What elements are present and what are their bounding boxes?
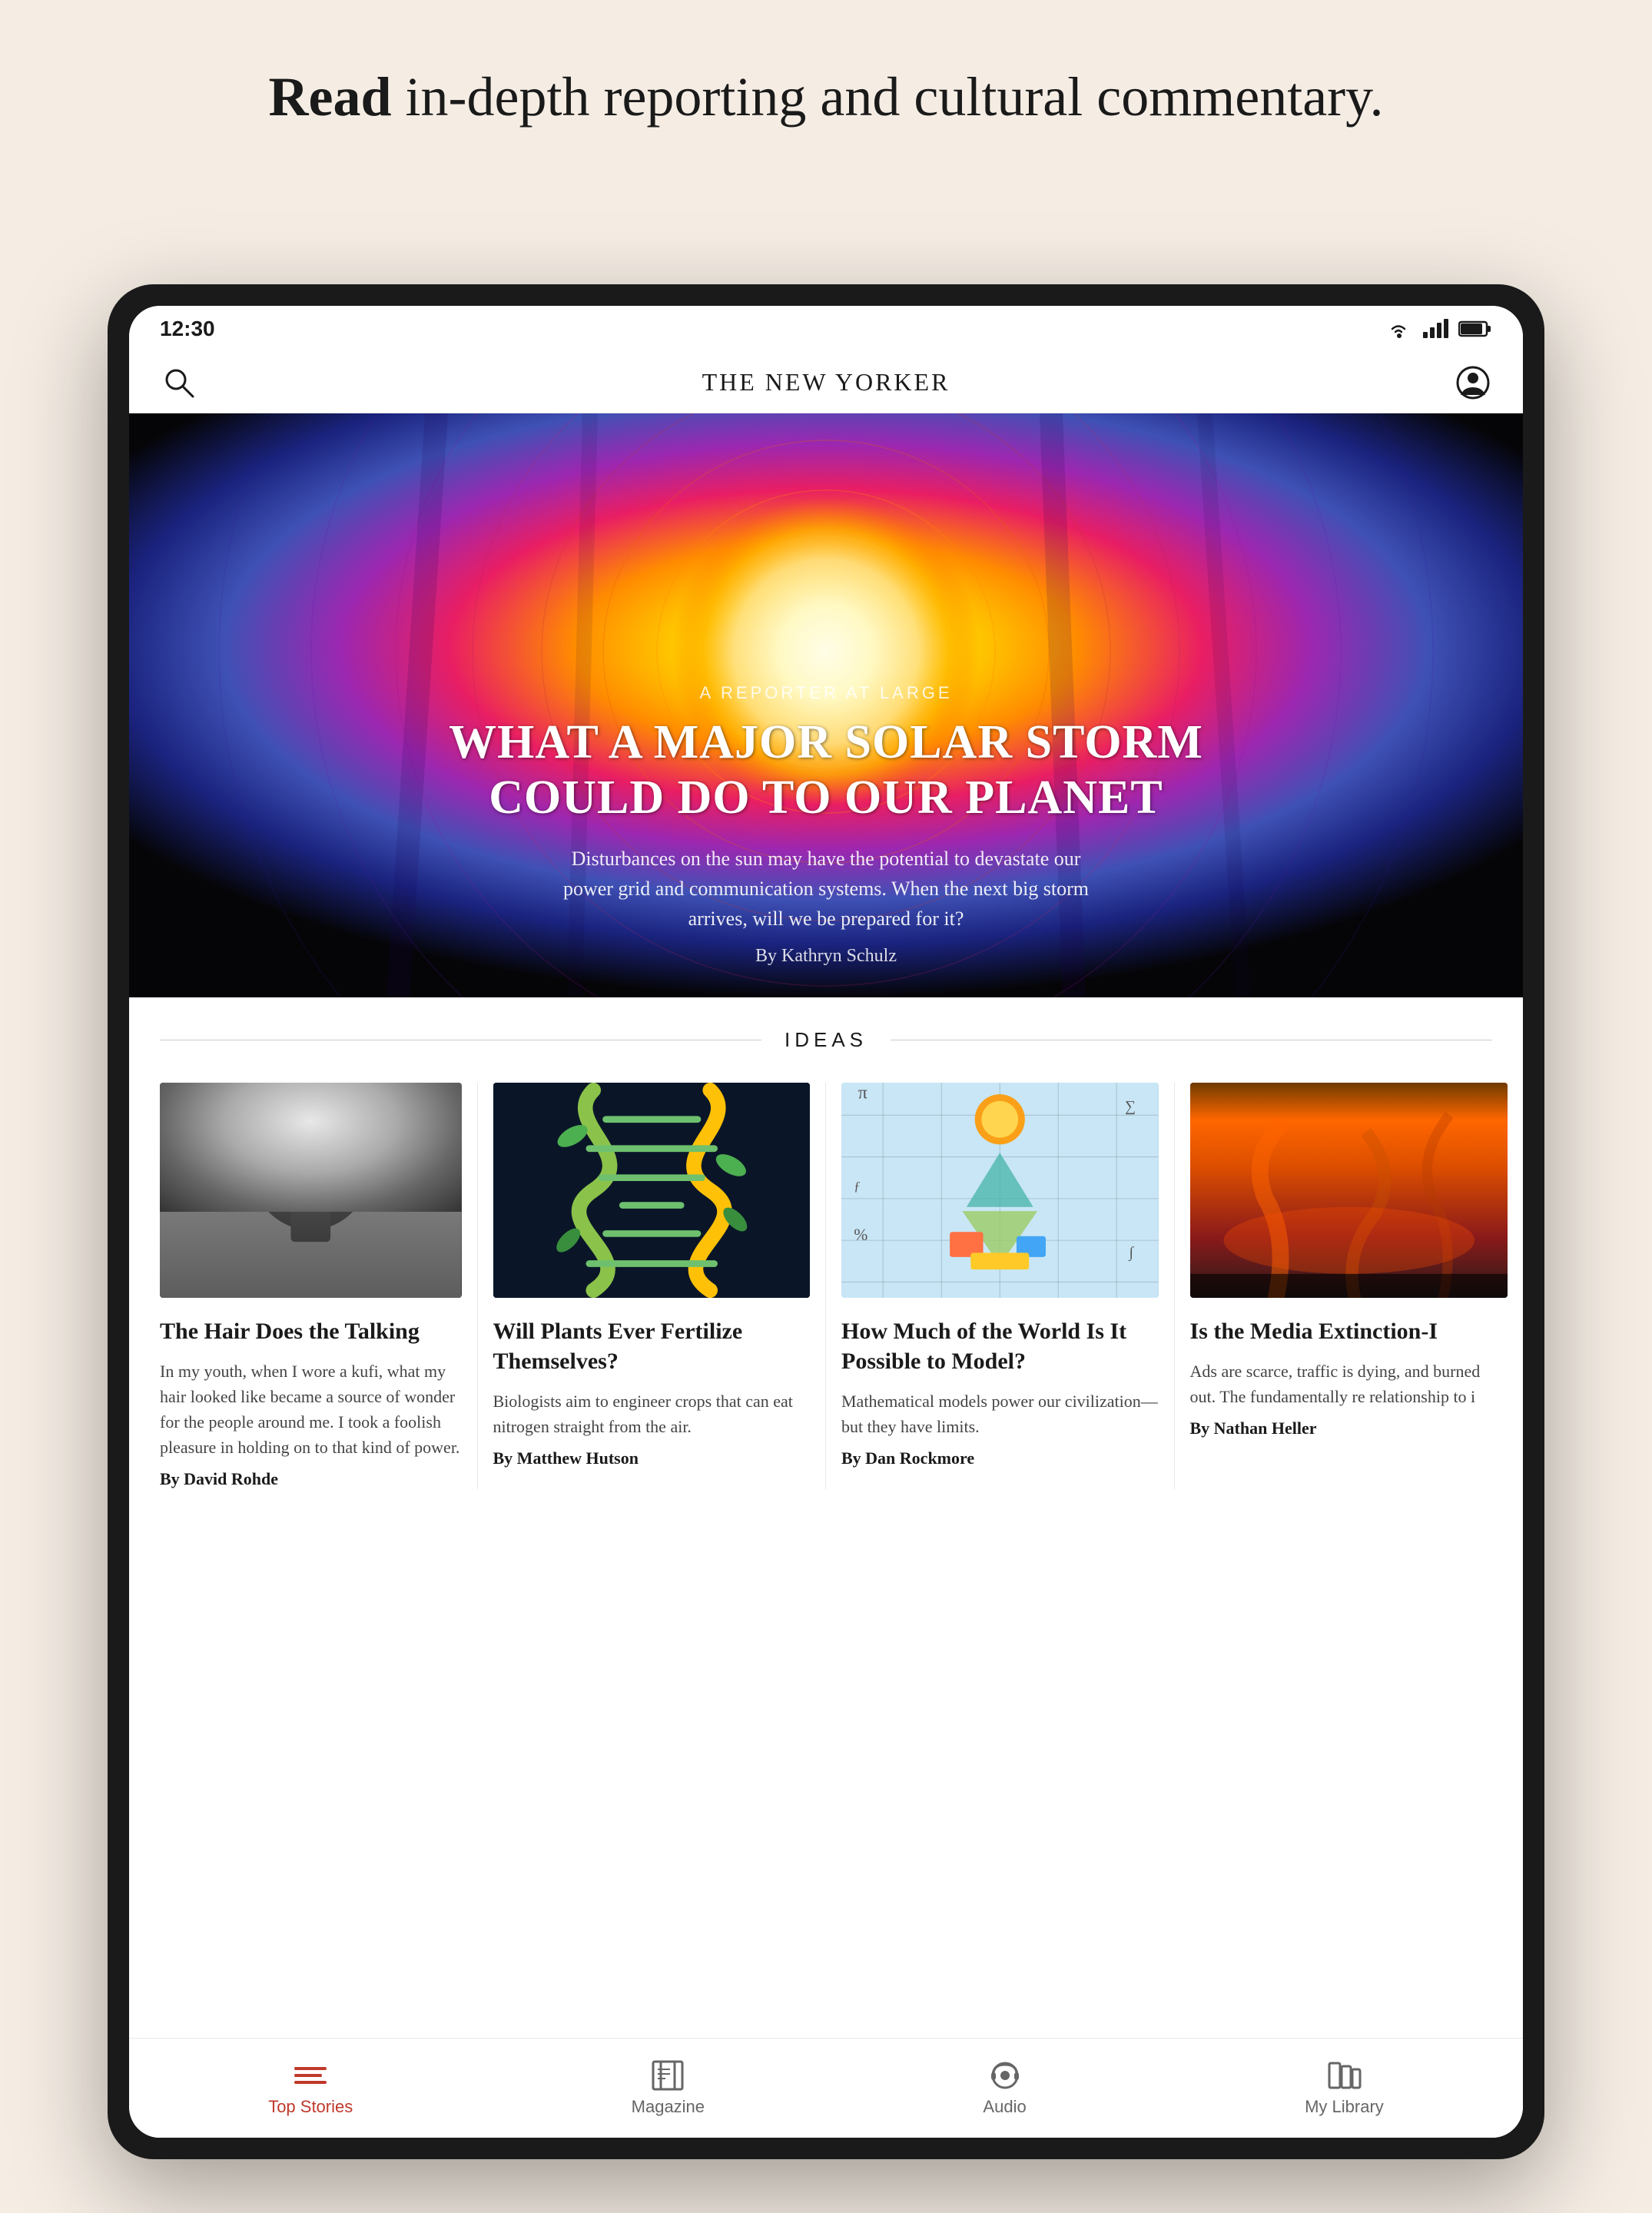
tablet-device: 12:30 — [108, 284, 1544, 2159]
nav-top-stories[interactable]: Top Stories — [268, 2060, 353, 2117]
profile-icon[interactable] — [1454, 363, 1492, 402]
section-title: IDEAS — [761, 1028, 891, 1052]
article-thumb-1 — [160, 1083, 462, 1298]
article-thumb-4 — [1190, 1083, 1508, 1298]
nav-my-library-label: My Library — [1305, 2097, 1384, 2117]
article-title-1: The Hair Does the Talking — [160, 1316, 462, 1346]
nav-lines-icon — [294, 2067, 327, 2084]
article-title-4: Is the Media Extinction-I — [1190, 1316, 1508, 1346]
article-desc-1: In my youth, when I wore a kufi, what my… — [160, 1359, 462, 1460]
article-byline-2: By Matthew Hutson — [493, 1448, 811, 1468]
article-card-1[interactable]: The Hair Does the Talking In my youth, w… — [129, 1083, 478, 1489]
article-desc-2: Biologists aim to engineer crops that ca… — [493, 1389, 811, 1439]
hero-text-overlay: A REPORTER AT LARGE WHAT A MAJOR SOLAR S… — [387, 683, 1265, 967]
main-content: A REPORTER AT LARGE WHAT A MAJOR SOLAR S… — [129, 413, 1523, 2038]
tablet-screen: 12:30 — [129, 306, 1523, 2138]
hero-normal-text: in-depth reporting and cultural commenta… — [392, 66, 1384, 128]
article-title-2: Will Plants Ever Fertilize Themselves? — [493, 1316, 811, 1376]
article-card-3[interactable]: π ∑ % ∫ ƒ How Much of the World Is It Po… — [826, 1083, 1175, 1489]
magazine-icon — [649, 2060, 687, 2091]
app-header: THE NEW YORKER — [129, 352, 1523, 413]
app-logo: THE NEW YORKER — [702, 368, 950, 396]
article-card-4[interactable]: Is the Media Extinction-I Ads are scarce… — [1175, 1083, 1524, 1489]
hero-bold-text: Read — [269, 66, 392, 128]
status-bar: 12:30 — [129, 306, 1523, 352]
article-thumb-2 — [493, 1083, 811, 1298]
nav-magazine-label: Magazine — [632, 2097, 705, 2117]
bottom-nav: Top Stories Magazine — [129, 2038, 1523, 2138]
hero-article-byline: By Kathryn Schulz — [449, 946, 1203, 967]
nav-audio[interactable]: Audio — [983, 2060, 1026, 2117]
hero-section-label: A REPORTER AT LARGE — [449, 683, 1203, 703]
my-library-icon — [1325, 2060, 1363, 2091]
status-time: 12:30 — [160, 317, 215, 341]
signal-icon — [1421, 318, 1449, 340]
section-divider: IDEAS — [129, 1028, 1523, 1052]
article-title-3: How Much of the World Is It Possible to … — [841, 1316, 1159, 1376]
article-byline-3: By Dan Rockmore — [841, 1448, 1159, 1468]
nav-top-stories-label: Top Stories — [268, 2097, 353, 2117]
article-desc-3: Mathematical models power our civilizati… — [841, 1389, 1159, 1439]
articles-grid: The Hair Does the Talking In my youth, w… — [129, 1083, 1523, 1520]
nav-audio-label: Audio — [983, 2097, 1026, 2117]
wifi-icon — [1385, 318, 1412, 340]
article-desc-4: Ads are scarce, traffic is dying, and bu… — [1190, 1359, 1508, 1409]
hero-article-title: WHAT A MAJOR SOLAR STORM COULD DO TO OUR… — [449, 715, 1203, 825]
status-icons — [1385, 318, 1492, 340]
hero-article-desc: Disturbances on the sun may have the pot… — [557, 844, 1095, 934]
nav-magazine[interactable]: Magazine — [632, 2060, 705, 2117]
page-hero-text: Read in-depth reporting and cultural com… — [0, 0, 1652, 180]
article-thumb-3: π ∑ % ∫ ƒ — [841, 1083, 1159, 1298]
article-card-2[interactable]: Will Plants Ever Fertilize Themselves? B… — [478, 1083, 827, 1489]
battery-icon — [1458, 318, 1492, 340]
search-icon[interactable] — [160, 363, 198, 402]
svg-text:ƒ: ƒ — [854, 1179, 861, 1193]
article-byline-1: By David Rohde — [160, 1469, 462, 1489]
article-byline-4: By Nathan Heller — [1190, 1418, 1508, 1438]
svg-text:π: π — [858, 1083, 867, 1103]
svg-text:∑: ∑ — [1125, 1099, 1136, 1115]
top-stories-icon — [291, 2060, 330, 2091]
audio-icon — [986, 2060, 1024, 2091]
hero-article[interactable]: A REPORTER AT LARGE WHAT A MAJOR SOLAR S… — [129, 413, 1523, 997]
nav-my-library[interactable]: My Library — [1305, 2060, 1384, 2117]
ideas-section: IDEAS — [129, 997, 1523, 1520]
svg-text:%: % — [854, 1226, 867, 1244]
